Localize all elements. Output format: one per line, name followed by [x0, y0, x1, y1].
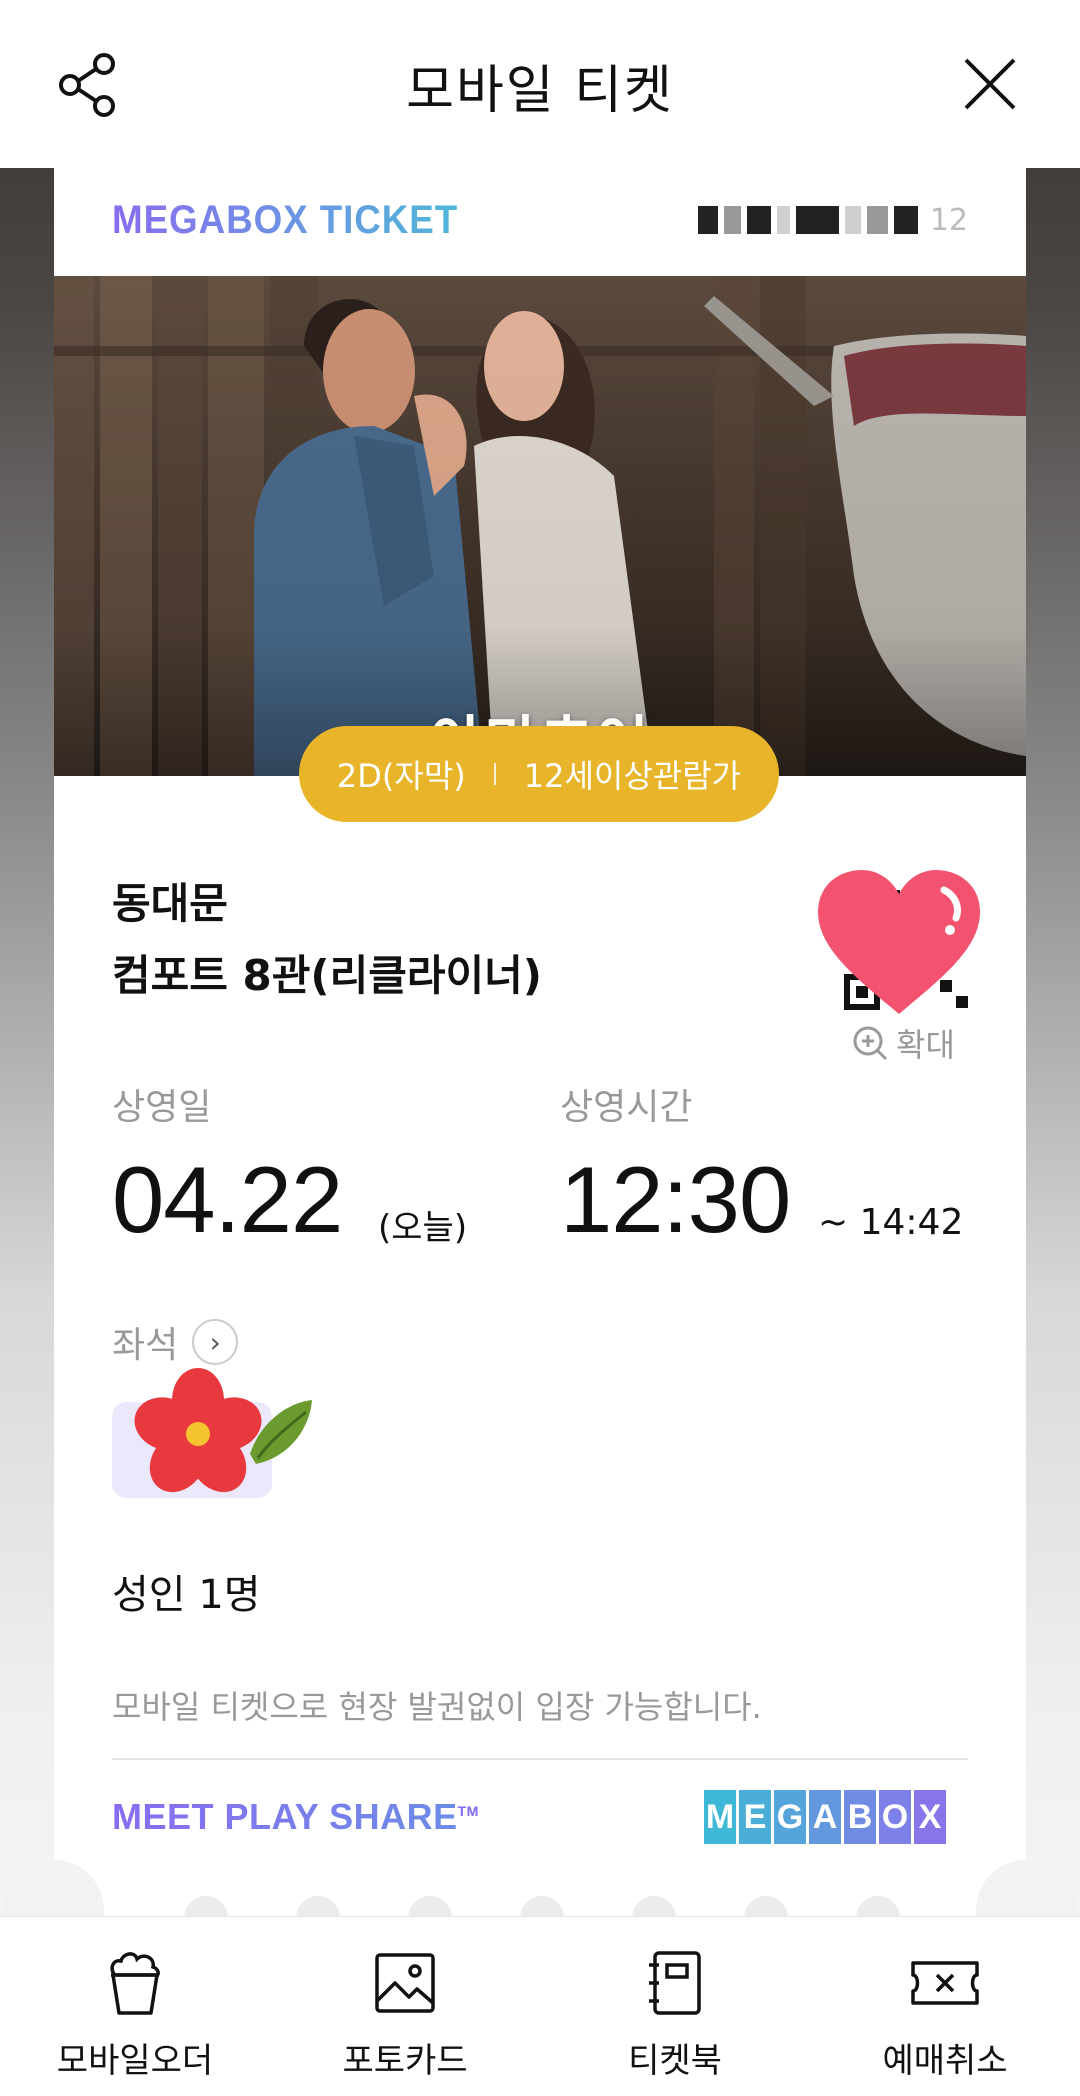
- nav-label: 포토카드: [342, 2041, 468, 2081]
- page-title: 모바일 티켓: [406, 61, 674, 121]
- screen-name: 컴포트 8관(리클라이너): [112, 951, 542, 1000]
- chevron-right-icon[interactable]: ›: [192, 1319, 239, 1365]
- theater-info: 동대문 컴포트 8관(리클라이너): [112, 868, 542, 1012]
- screening-start-time: 12:30: [560, 1147, 791, 1252]
- nav-label: 예매취소: [882, 2041, 1008, 2081]
- logo-letter: B: [844, 1790, 876, 1844]
- screening-end-time: ~ 14:42: [818, 1202, 964, 1243]
- megabox-logo: MEGABOX: [704, 1790, 946, 1844]
- screening-date: 04.22: [112, 1147, 343, 1252]
- nav-mobile-order[interactable]: 모바일오더: [0, 1917, 270, 2096]
- screening-date-today: (오늘): [378, 1208, 468, 1248]
- nav-label: 티켓북: [628, 2041, 722, 2081]
- nav-label: 모바일오더: [56, 2041, 214, 2081]
- entry-notice: 모바일 티켓으로 현장 발권없이 입장 가능합니다.: [112, 1688, 762, 1726]
- ticket-number-tail: 12: [929, 202, 968, 238]
- close-icon[interactable]: [962, 56, 1018, 112]
- format-label: 2D(자막): [336, 757, 466, 795]
- zoom-in-icon: [853, 1026, 888, 1061]
- popcorn-icon: [110, 1952, 160, 2015]
- slogan: MEET PLAY SHARETM: [112, 1796, 479, 1837]
- ticketbook-icon: [649, 1951, 701, 2015]
- flower-sticker-icon: [134, 1368, 312, 1493]
- theater-name: 동대문: [112, 879, 228, 928]
- nav-photo-card[interactable]: 포토카드: [270, 1917, 540, 2096]
- ticket-number-masked: 12: [698, 202, 968, 238]
- date-label: 상영일: [112, 1087, 212, 1128]
- format-rating-pill: 2D(자막) 12세이상관람가: [299, 726, 779, 822]
- zoom-button[interactable]: 확대: [852, 1020, 955, 1066]
- zoom-label: 확대: [896, 1026, 955, 1064]
- bottom-navigation: 모바일오더 포토카드 티켓북 예매취소: [0, 1916, 1080, 2096]
- divider: [112, 1758, 968, 1760]
- time-label: 상영시간: [560, 1087, 693, 1128]
- logo-letter: E: [739, 1790, 771, 1844]
- nav-ticket-book[interactable]: 티켓북: [540, 1917, 810, 2096]
- heart-sticker-icon: [818, 870, 980, 1014]
- mobile-ticket-card: MEGABOX TICKET 12 2D(자막) 12세이상관람가 동대문 컴포…: [54, 168, 1026, 1918]
- logo-letter: A: [809, 1790, 841, 1844]
- audience-count: 성인 1명: [112, 1572, 261, 1618]
- nav-cancel-booking[interactable]: 예매취소: [810, 1917, 1080, 2096]
- seat-label: 좌석: [112, 1325, 179, 1366]
- seat-section-toggle[interactable]: 좌석 ›: [112, 1316, 239, 1368]
- cancel-ticket-icon: [911, 1961, 979, 2005]
- megabox-ticket-brand: MEGABOX TICKET: [112, 198, 459, 242]
- logo-letter: O: [879, 1790, 911, 1844]
- pill-divider: [493, 763, 496, 785]
- photo-icon: [375, 1953, 435, 2013]
- logo-letter: M: [704, 1790, 736, 1844]
- logo-letter: X: [914, 1790, 946, 1844]
- top-bar: 모바일 티켓: [0, 0, 1080, 168]
- movie-poster: 아마추어: [54, 276, 1026, 776]
- rating-label: 12세이상관람가: [523, 757, 742, 795]
- logo-letter: G: [774, 1790, 806, 1844]
- ticket-header: MEGABOX TICKET 12: [54, 168, 1026, 276]
